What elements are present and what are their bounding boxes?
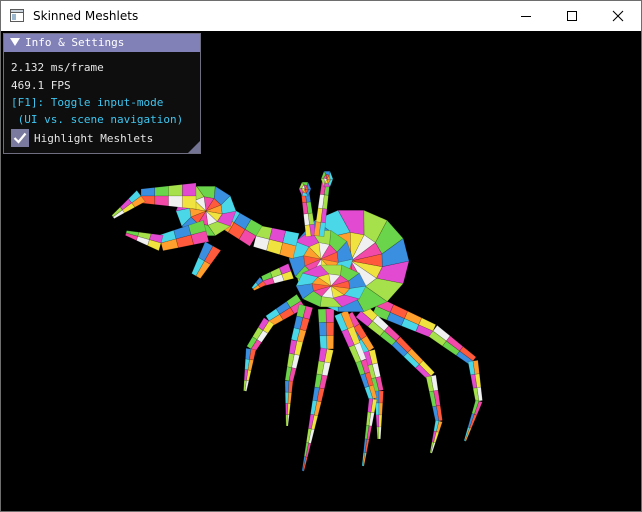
leg-segment [286, 414, 290, 427]
leg-segment [376, 426, 380, 440]
maximize-icon [567, 11, 577, 21]
leg-segment [378, 414, 383, 428]
claw-finger [168, 184, 183, 197]
claw-finger [181, 195, 197, 210]
info-settings-panel[interactable]: Info & Settings 2.132 ms/frame 469.1 FPS… [3, 33, 201, 154]
leg-segment [326, 321, 335, 336]
window-title: Skinned Meshlets [33, 9, 139, 23]
leg-segment [326, 335, 334, 350]
checkmark-icon [13, 132, 27, 144]
panel-title: Info & Settings [25, 36, 125, 49]
claw-finger [154, 185, 169, 197]
input-mode-hint: [F1]: Toggle input-mode [11, 96, 164, 109]
resize-grip[interactable] [188, 141, 200, 153]
claw-finger [154, 195, 169, 207]
leg-segment [319, 335, 328, 350]
minimize-icon [521, 16, 531, 17]
claw-finger [140, 187, 156, 197]
input-mode-hint-detail: (UI vs. scene navigation) [11, 113, 184, 126]
app-icon [10, 9, 24, 22]
leg-segment [378, 426, 382, 440]
app-window: Skinned Meshlets Info & Settings 2.132 m… [0, 0, 642, 512]
leg-segment [318, 322, 327, 337]
panel-header[interactable]: Info & Settings [4, 34, 200, 52]
leg-segment [249, 348, 257, 361]
leg-segment [375, 414, 380, 428]
leg-segment [287, 391, 293, 404]
leg-segment [317, 308, 327, 323]
leg-segment [288, 380, 294, 393]
title-bar[interactable]: Skinned Meshlets [1, 1, 641, 31]
leg-segment [378, 402, 384, 416]
fps-text: 469.1 FPS [11, 79, 71, 92]
highlight-meshlets-checkbox[interactable] [11, 129, 29, 147]
frame-time-text: 2.132 ms/frame [11, 61, 104, 74]
minimize-button[interactable] [503, 1, 549, 31]
leg-segment [325, 308, 335, 323]
render-viewport[interactable]: Info & Settings 2.132 ms/frame 469.1 FPS… [1, 31, 641, 511]
highlight-meshlets-label: Highlight Meshlets [34, 132, 154, 145]
claw-finger [181, 182, 197, 197]
close-icon [612, 10, 624, 22]
leg-segment [287, 403, 291, 416]
collapse-triangle-icon[interactable] [10, 38, 20, 47]
maximize-button[interactable] [549, 1, 595, 31]
close-button[interactable] [595, 1, 641, 31]
leg-segment [378, 390, 384, 404]
claw-finger [168, 195, 183, 208]
